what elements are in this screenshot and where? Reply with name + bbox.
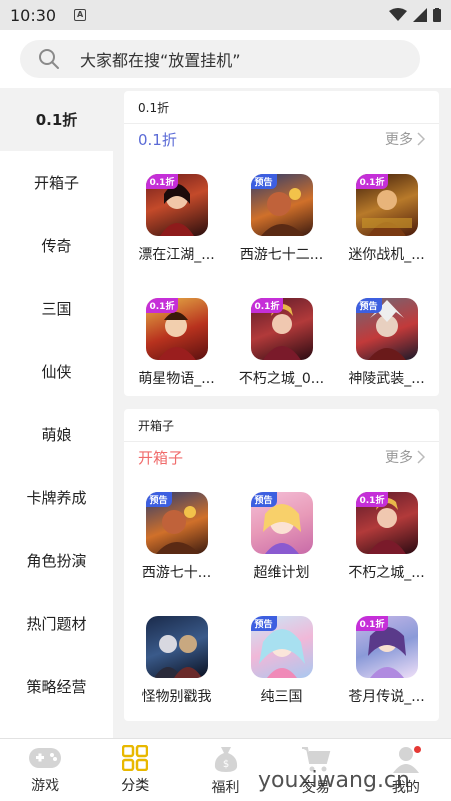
preview-badge: 预告 [145, 492, 172, 507]
game-card[interactable]: 0.1折不朽之城_0... [229, 278, 334, 402]
sidebar-item-open-box[interactable]: 开箱子 [0, 151, 113, 214]
game-card[interactable]: 0.1折萌星物语_... [124, 278, 229, 402]
game-name: 不朽之城_... [348, 565, 425, 581]
watermark-text: youxiwang.cn [258, 768, 410, 793]
sidebar-item-card[interactable]: 卡牌养成 [0, 466, 113, 529]
game-icon: 0.1折 [355, 492, 418, 554]
game-name: 迷你战机_... [348, 247, 425, 263]
game-icon: 预告 [250, 616, 313, 678]
category-content: 0.1折 0.1折 更多 0.1折 漂在江湖_... 预告 西游七十二... 0.1… [113, 88, 451, 738]
discount-badge: 0.1折 [355, 616, 389, 631]
game-icon [145, 616, 208, 678]
section-open-box: 开箱子 开箱子 更多 预告 西游七十... 预告 超维计划 0.1折 不朽之城_...… [124, 409, 439, 721]
game-grid: 预告 西游七十... 预告 超维计划 0.1折 不朽之城_... 怪物别戳我 预告 纯三… [124, 472, 439, 720]
game-grid: 0.1折 漂在江湖_... 预告 西游七十二... 0.1折 迷你战机_... 0.1… [124, 154, 439, 402]
preview-badge: 预告 [355, 298, 382, 313]
game-icon: 预告 [355, 298, 418, 360]
tab-label: 福利 [211, 780, 240, 796]
section-title: 开箱子 [138, 448, 184, 467]
more-label: 更多 [385, 450, 413, 466]
status-time: 10:30 [10, 5, 57, 25]
preview-badge: 预告 [250, 616, 277, 631]
signal-icon [413, 8, 427, 22]
more-link[interactable]: 更多 [385, 129, 425, 149]
discount-badge: 0.1折 [355, 492, 389, 507]
status-icons [389, 8, 441, 22]
game-icon: 0.1折 [145, 298, 208, 360]
section-top-label: 0.1折 [124, 91, 439, 124]
sidebar-item-moe[interactable]: 萌娘 [0, 403, 113, 466]
game-name: 漂在江湖_... [138, 247, 215, 263]
discount-badge: 0.1折 [355, 174, 389, 189]
game-card[interactable]: 预告神陵武装_... [334, 278, 439, 402]
preview-badge: 预告 [250, 174, 277, 189]
search-area: 大家都在搜“放置挂机” [0, 30, 451, 88]
game-name: 不朽之城_0... [238, 371, 325, 387]
game-name: 怪物别戳我 [141, 689, 212, 705]
more-link[interactable]: 更多 [385, 447, 425, 467]
notification-a-icon: A [74, 9, 87, 21]
game-name: 苍月传说_... [348, 689, 425, 705]
chevron-right-icon [417, 132, 425, 146]
grid-icon [122, 745, 149, 771]
game-card[interactable]: 预告西游七十二... [229, 154, 334, 278]
game-card[interactable]: 预告纯三国 [229, 596, 334, 720]
discount-badge: 0.1折 [145, 174, 179, 189]
tab-label: 游戏 [31, 778, 60, 794]
sidebar-item-three-kingdoms[interactable]: 三国 [0, 277, 113, 340]
game-icon: 预告 [145, 492, 208, 554]
section-title: 0.1折 [138, 130, 177, 149]
search-icon [39, 49, 59, 69]
section-top-label: 开箱子 [124, 409, 439, 442]
game-card[interactable]: 预告 超维计划 [229, 472, 334, 596]
game-name: 超维计划 [253, 565, 310, 581]
wifi-icon [389, 8, 407, 21]
sidebar-item-xianxia[interactable]: 仙侠 [0, 340, 113, 403]
preview-badge: 预告 [250, 492, 277, 507]
gamepad-icon [29, 748, 62, 768]
tab-games[interactable]: 游戏 [0, 739, 90, 801]
discount-badge: 0.1折 [145, 298, 179, 313]
money-bag-icon: $ [214, 747, 237, 772]
game-name: 西游七十二... [239, 247, 324, 263]
game-icon: 预告 [250, 174, 313, 236]
game-icon: 0.1折 [250, 298, 313, 360]
section-header: 开箱子 更多 [124, 442, 439, 472]
game-name: 神陵武装_... [348, 371, 425, 387]
tab-category[interactable]: 分类 [90, 739, 180, 801]
sidebar-item-0-1-discount[interactable]: 0.1折 [0, 88, 113, 151]
game-card[interactable]: 0.1折迷你战机_... [334, 154, 439, 278]
sidebar-item-hot-topics[interactable]: 热门题材 [0, 592, 113, 655]
sidebar-item-strategy[interactable]: 策略经营 [0, 655, 113, 718]
game-card[interactable]: 预告西游七十... [124, 472, 229, 596]
discount-badge: 0.1折 [250, 298, 284, 313]
section-header: 0.1折 更多 [124, 124, 439, 154]
game-name: 萌星物语_... [138, 371, 215, 387]
sidebar-item-legend[interactable]: 传奇 [0, 214, 113, 277]
game-card[interactable]: 0.1折苍月传说_... [334, 596, 439, 720]
notification-dot [413, 746, 421, 753]
status-bar: 10:30 A [0, 0, 451, 30]
game-icon: 0.1折 [145, 174, 208, 236]
game-name: 纯三国 [260, 689, 303, 705]
game-card[interactable]: 0.1折不朽之城_... [334, 472, 439, 596]
search-input[interactable]: 大家都在搜“放置挂机” [20, 40, 420, 78]
game-icon: 0.1折 [355, 174, 418, 236]
game-icon: 预告 [250, 492, 313, 554]
search-placeholder: 大家都在搜“放置挂机” [80, 51, 241, 70]
battery-icon [433, 8, 441, 22]
svg-text:$: $ [222, 759, 228, 770]
more-label: 更多 [385, 132, 413, 148]
sidebar-item-rpg[interactable]: 角色扮演 [0, 529, 113, 592]
tab-label: 分类 [121, 778, 150, 794]
section-discount: 0.1折 0.1折 更多 0.1折 漂在江湖_... 预告 西游七十二... 0.1… [124, 91, 439, 396]
game-card[interactable]: 0.1折漂在江湖_... [124, 154, 229, 278]
game-name: 西游七十... [141, 565, 212, 581]
game-icon: 0.1折 [355, 616, 418, 678]
category-sidebar: 0.1折 开箱子 传奇 三国 仙侠 萌娘 卡牌养成 角色扮演 热门题材 策略经营 [0, 88, 113, 738]
chevron-right-icon [417, 450, 425, 464]
game-card[interactable]: 怪物别戳我 [124, 596, 229, 720]
